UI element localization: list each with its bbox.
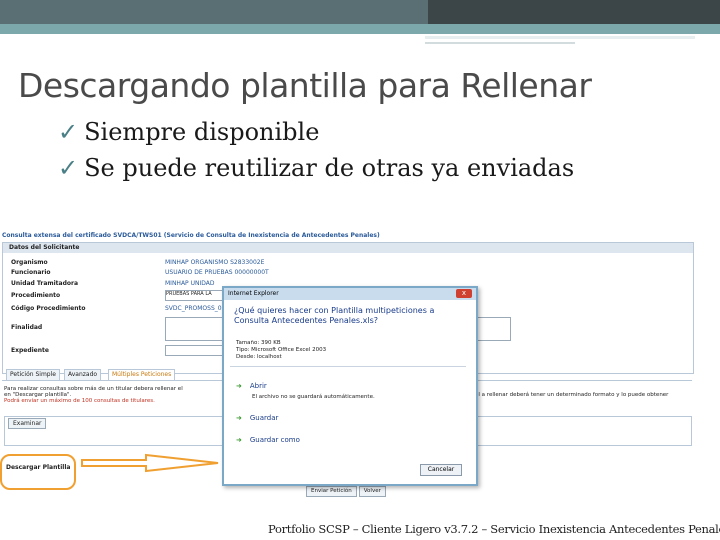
option-abrir-sub: El archivo no se guardará automáticament… — [252, 394, 375, 400]
slide-footer: Portfolio SCSP – Cliente Ligero v3.7.2 –… — [268, 522, 720, 536]
tab-avanzado[interactable]: Avanzado — [64, 369, 102, 381]
top-accent-band — [0, 24, 720, 34]
option-label: Guardar como — [249, 436, 300, 444]
file-meta: Tamaño: 390 KB Tipo: Microsoft Office Ex… — [236, 340, 326, 361]
row-label: Código Procedimiento — [11, 305, 86, 312]
top-bar-dark — [428, 0, 720, 24]
arrow-right-icon: ➜ — [236, 382, 242, 390]
examinar-button[interactable]: Examinar — [8, 418, 47, 429]
row-label: Expediente — [11, 347, 49, 354]
expediente-input[interactable] — [165, 345, 227, 356]
dialog-divider — [230, 366, 466, 367]
arrow-right-icon: ➜ — [236, 414, 242, 422]
row-value: USUARIO DE PRUEBAS 00000000T — [165, 269, 269, 276]
app-title: Consulta extensa del certificado SVDCA/T… — [2, 232, 380, 239]
arrow-right-icon: ➜ — [236, 436, 242, 444]
bullet-2-text: Se puede reutilizar de otras ya enviadas — [84, 154, 575, 182]
bullet-2: ✓ Se puede reutilizar de otras ya enviada… — [58, 154, 574, 182]
bullet-1: ✓ Siempre disponible — [58, 118, 319, 146]
file-size: Tamaño: 390 KB — [236, 340, 281, 346]
check-icon: ✓ — [58, 118, 79, 146]
procedimiento-select[interactable]: PRUEBAS PARA LA — [165, 290, 229, 301]
dialog-question: ¿Qué quieres hacer con Plantilla multipe… — [234, 306, 435, 325]
row-value: SVDC_PROMOSS_00 — [165, 305, 226, 312]
accent-line-2 — [425, 42, 575, 44]
row-label: Unidad Tramitadora — [11, 280, 79, 287]
accent-line — [425, 36, 695, 39]
info-right-text: cel a rellenar deberá tener un determina… — [472, 392, 669, 398]
file-type: Tipo: Microsoft Office Excel 2003 — [236, 347, 327, 353]
row-label: Organismo — [11, 259, 48, 266]
section-title: Datos del Solicitante — [9, 244, 80, 251]
download-dialog: Internet Explorer x ¿Qué quieres hacer c… — [222, 286, 478, 486]
slide-title: Descargando plantilla para Rellenar — [18, 66, 592, 105]
volver-button[interactable]: Volver — [358, 486, 386, 497]
option-label: Guardar — [249, 414, 279, 422]
row-value: MINHAP ORGANISMO S2833002E — [165, 259, 265, 266]
option-abrir[interactable]: ➜ Abrir — [236, 382, 267, 390]
section-header: Datos del Solicitante — [3, 243, 693, 253]
close-icon[interactable]: x — [456, 289, 472, 298]
highlight-oval — [0, 454, 76, 490]
dialog-titlebar: Internet Explorer — [224, 288, 476, 300]
row-label: Funcionario — [11, 269, 51, 276]
tab-peticion-simple[interactable]: Petición Simple — [6, 369, 60, 381]
bullet-1-text: Siempre disponible — [84, 118, 320, 146]
row-label: Procedimiento — [11, 292, 61, 299]
row-label: Finalidad — [11, 324, 43, 331]
option-guardar-como[interactable]: ➜ Guardar como — [236, 436, 300, 444]
dialog-title: Internet Explorer — [228, 290, 279, 297]
option-guardar[interactable]: ➜ Guardar — [236, 414, 278, 422]
cancel-button[interactable]: Cancelar — [420, 464, 462, 476]
enviar-peticion-button[interactable]: Enviar Petición — [306, 486, 357, 497]
tab-multiples-peticiones[interactable]: Múltiples Peticiones — [108, 369, 176, 381]
option-label: Abrir — [249, 382, 267, 390]
check-icon: ✓ — [58, 154, 79, 182]
arrow-icon — [81, 453, 219, 473]
file-source: Desde: localhost — [236, 354, 282, 360]
bottom-buttons: Enviar Petición Volver — [306, 486, 388, 497]
row-value: MINHAP UNIDAD — [165, 280, 215, 287]
descargar-plantilla-link[interactable]: Descargar Plantilla — [6, 464, 70, 471]
